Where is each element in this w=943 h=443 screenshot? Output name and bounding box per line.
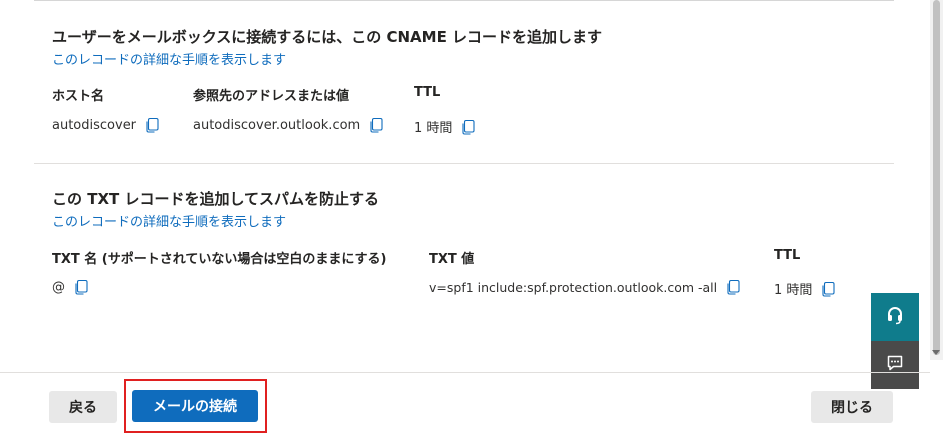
txt-ttl-value: 1 時間	[774, 283, 813, 298]
copy-icon[interactable]	[146, 117, 160, 133]
headset-icon	[885, 305, 905, 329]
highlight-box	[124, 379, 267, 433]
txt-ttl-cell: 1 時間	[774, 279, 836, 298]
txt-details-link[interactable]: このレコードの詳細な手順を表示します	[52, 211, 286, 230]
cname-points-to-value: autodiscover.outlook.com	[193, 117, 361, 133]
copy-icon[interactable]	[75, 279, 89, 295]
footer-divider	[0, 372, 930, 373]
cname-ttl-value: 1 時間	[414, 121, 453, 136]
help-button[interactable]	[871, 293, 919, 341]
txt-name-value: @	[52, 279, 65, 295]
txt-header-name: TXT 名 (サポートされていない場合は空白のままにする)	[52, 252, 387, 267]
cname-host-value: autodiscover	[52, 117, 137, 133]
close-button[interactable]: 閉じる	[811, 391, 893, 423]
cname-points-to-cell: autodiscover.outlook.com	[193, 117, 384, 133]
txt-header-ttl: TTL	[774, 248, 801, 263]
vertical-scrollbar[interactable]	[930, 0, 943, 360]
copy-icon[interactable]	[370, 117, 384, 133]
top-divider	[34, 0, 894, 1]
cname-header-points-to: 参照先のアドレスまたは値	[193, 89, 350, 104]
copy-icon[interactable]	[727, 279, 741, 295]
cname-host-cell: autodiscover	[52, 117, 160, 133]
cname-header-host: ホスト名	[52, 89, 105, 104]
txt-value-cell: v=spf1 include:spf.protection.outlook.co…	[429, 279, 741, 295]
copy-icon[interactable]	[462, 119, 476, 135]
txt-name-cell: @	[52, 279, 89, 295]
back-button[interactable]: 戻る	[49, 391, 117, 423]
feedback-button[interactable]	[871, 341, 919, 389]
cname-section-title: ユーザーをメールボックスに接続するには、この CNAME レコードを追加します	[52, 28, 603, 46]
copy-icon[interactable]	[822, 281, 836, 297]
scrollbar-thumb[interactable]	[933, 0, 940, 355]
cname-ttl-cell: 1 時間	[414, 117, 476, 136]
cname-details-link[interactable]: このレコードの詳細な手順を表示します	[52, 49, 286, 68]
txt-value-value: v=spf1 include:spf.protection.outlook.co…	[429, 279, 718, 295]
txt-section-title: この TXT レコードを追加してスパムを防止する	[52, 190, 380, 208]
txt-header-value: TXT 値	[429, 252, 475, 267]
cname-header-ttl: TTL	[414, 85, 441, 100]
scroll-down-arrow-icon[interactable]	[932, 350, 940, 355]
section-divider	[34, 163, 894, 164]
